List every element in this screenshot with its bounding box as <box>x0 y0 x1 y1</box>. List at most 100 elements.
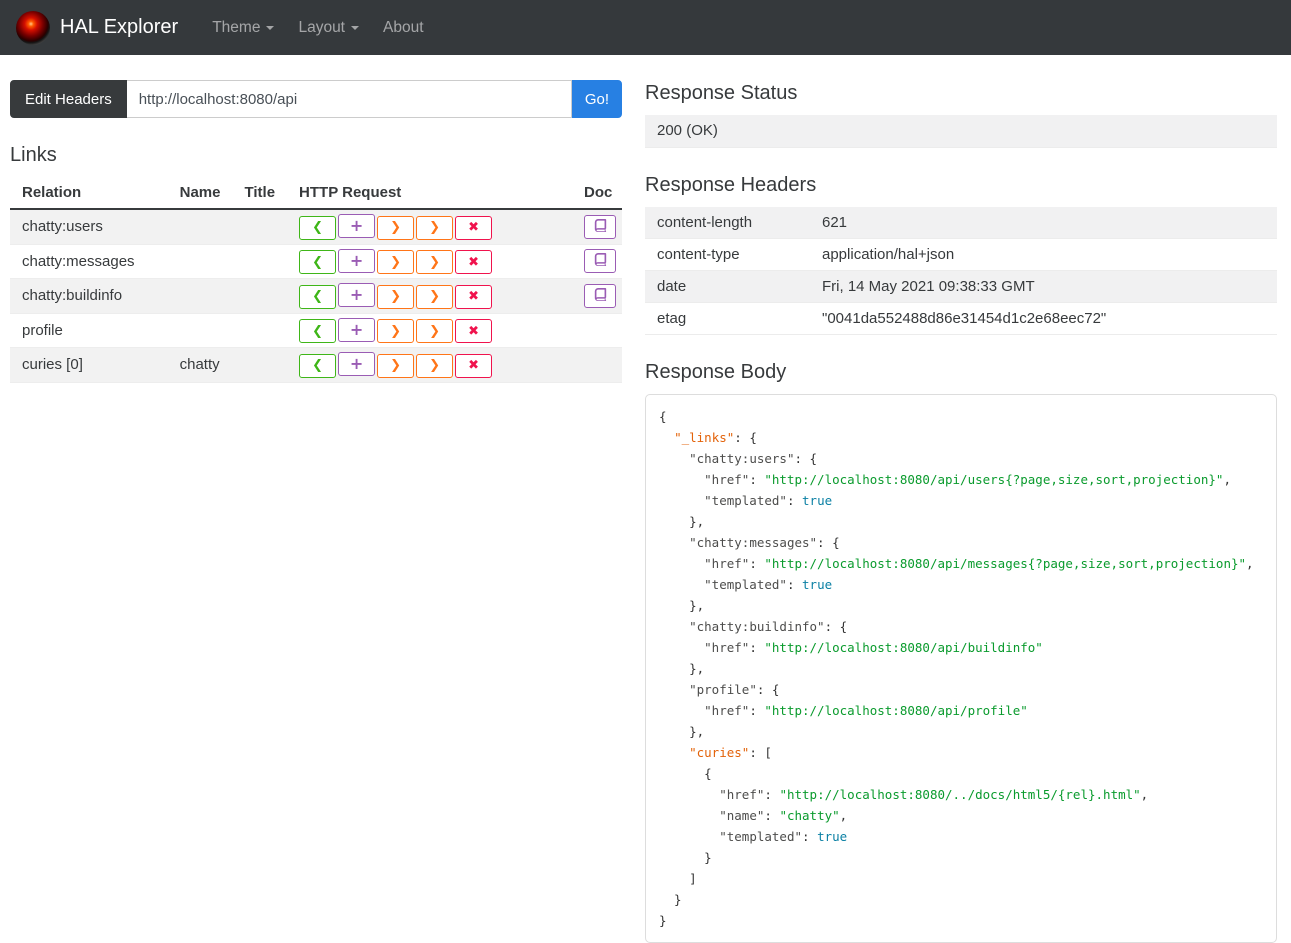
post-button[interactable]: + <box>338 248 376 273</box>
patch-button[interactable]: ❯ <box>416 353 454 378</box>
links-table-header-row: Relation Name Title HTTP Request Doc <box>10 177 622 210</box>
book-icon <box>594 287 607 304</box>
get-button[interactable]: ❮ <box>299 319 337 343</box>
doc-button[interactable] <box>584 214 617 239</box>
response-headers-table: content-length 621 content-type application… <box>645 206 1277 336</box>
code-line: "profile": { <box>689 682 780 697</box>
code-line: "href": "http://localhost:8080/api/profi… <box>704 703 1028 718</box>
doc-cell <box>576 348 622 383</box>
brand-link[interactable]: HAL Explorer <box>16 10 178 45</box>
code-line: }, <box>659 724 705 739</box>
right-panel: Response Status 200 (OK) Response Header… <box>645 55 1277 943</box>
links-table-row: profile ❮ + ❯ ❯ ✖ <box>10 313 622 348</box>
response-status-title: Response Status <box>645 82 798 104</box>
put-button[interactable]: ❯ <box>377 215 415 240</box>
title-cell <box>232 209 287 244</box>
code-line: "href": "http://localhost:8080/api/messa… <box>704 556 1254 571</box>
http-request-cell: ❮ + ❯ ❯ ✖ <box>287 244 576 279</box>
put-button[interactable]: ❯ <box>377 319 415 343</box>
code-line: } <box>659 913 667 928</box>
chevron-down-icon <box>266 25 275 30</box>
delete-button[interactable]: ✖ <box>455 319 493 343</box>
column-header-doc: Doc <box>576 177 622 210</box>
links-table-row: chatty:users ❮ + ❯ ❯ ✖ <box>10 209 622 244</box>
delete-button[interactable]: ✖ <box>455 284 493 309</box>
post-button[interactable]: + <box>338 214 376 238</box>
edit-headers-button[interactable]: Edit Headers <box>10 80 127 118</box>
code-line: } <box>659 850 712 865</box>
code-line: }, <box>659 598 705 613</box>
relation-cell: profile <box>22 321 63 339</box>
put-button[interactable]: ❯ <box>377 284 415 309</box>
nav-item-label: About <box>383 18 424 36</box>
request-bar: Edit Headers Go! <box>10 80 622 118</box>
patch-button[interactable]: ❯ <box>416 319 454 343</box>
get-button[interactable]: ❮ <box>299 250 337 274</box>
response-status-value: 200 (OK) <box>657 122 718 140</box>
column-header-name: Name <box>167 177 233 210</box>
get-button[interactable]: ❮ <box>299 284 337 309</box>
response-header-row: content-length 621 <box>645 206 1277 239</box>
nav-item-theme[interactable]: Theme <box>200 11 286 45</box>
header-key: content-type <box>657 246 740 263</box>
delete-button[interactable]: ✖ <box>455 353 493 378</box>
nav-item-label: Theme <box>212 18 261 36</box>
http-request-cell: ❮ + ❯ ❯ ✖ <box>287 348 576 383</box>
http-request-cell: ❮ + ❯ ❯ ✖ <box>287 313 576 348</box>
doc-button[interactable] <box>584 283 617 308</box>
response-body-code: { "_links": { "chatty:users": { "href": … <box>645 394 1277 943</box>
left-panel: Edit Headers Go! Links Relation Name Tit… <box>10 55 622 943</box>
http-request-cell: ❮ + ❯ ❯ ✖ <box>287 209 576 244</box>
patch-button[interactable]: ❯ <box>416 250 454 274</box>
doc-button[interactable] <box>584 249 617 274</box>
code-line: "chatty:users": { <box>689 451 818 466</box>
put-button[interactable]: ❯ <box>377 250 415 274</box>
links-table-body: chatty:users ❮ + ❯ ❯ ✖ chatty:messages ❮ + ❯ ❯ ✖ cha… <box>10 209 622 382</box>
go-button[interactable]: Go! <box>571 80 622 118</box>
code-line: "href": "http://localhost:8080/../docs/h… <box>719 787 1149 802</box>
response-header-row: content-type application/hal+json <box>645 239 1277 271</box>
code-line: }, <box>659 514 705 529</box>
nav-item-layout[interactable]: Layout <box>286 11 371 45</box>
response-headers-body: content-length 621 content-type application… <box>645 206 1277 335</box>
put-button[interactable]: ❯ <box>377 353 415 378</box>
code-line: "chatty:messages": { <box>689 535 840 550</box>
response-body-title: Response Body <box>645 361 787 383</box>
patch-button[interactable]: ❯ <box>416 284 454 309</box>
patch-button[interactable]: ❯ <box>416 215 454 240</box>
response-status-row: 200 (OK) <box>645 115 1277 147</box>
code-line: ] <box>659 871 697 886</box>
relation-cell: chatty:messages <box>22 252 135 270</box>
response-header-row: date Fri, 14 May 2021 09:38:33 GMT <box>645 270 1277 303</box>
code-line: }, <box>659 661 705 676</box>
response-status-table: 200 (OK) <box>645 115 1277 148</box>
nav-item-label: Layout <box>298 18 345 36</box>
get-button[interactable]: ❮ <box>299 353 337 378</box>
delete-button[interactable]: ✖ <box>455 250 493 274</box>
response-headers-title: Response Headers <box>645 173 817 196</box>
response-header-row: etag "0041da552488d86e31454d1c2e68eec72" <box>645 303 1277 335</box>
post-button[interactable]: + <box>338 352 376 376</box>
code-line: { <box>659 766 712 781</box>
post-button[interactable]: + <box>338 283 376 307</box>
column-header-http-request: HTTP Request <box>287 177 577 210</box>
url-input[interactable] <box>126 80 572 118</box>
links-table-row: chatty:messages ❮ + ❯ ❯ ✖ <box>10 244 622 279</box>
post-button[interactable]: + <box>338 317 376 342</box>
main-content: Edit Headers Go! Links Relation Name Tit… <box>0 55 1291 943</box>
doc-cell <box>576 209 622 244</box>
name-cell: chatty <box>179 356 220 374</box>
links-section-title: Links <box>10 144 57 166</box>
name-cell <box>168 209 233 244</box>
get-button[interactable]: ❮ <box>299 215 337 240</box>
delete-button[interactable]: ✖ <box>455 215 493 240</box>
header-key: etag <box>657 310 687 327</box>
nav-item-about[interactable]: About <box>371 11 436 45</box>
relation-cell: curies [0] <box>22 356 83 374</box>
title-cell <box>232 279 287 314</box>
column-header-title: Title <box>232 177 288 210</box>
chevron-down-icon <box>351 25 359 30</box>
doc-cell <box>576 279 622 314</box>
code-line: "templated": true <box>704 577 833 592</box>
title-cell <box>232 348 287 383</box>
